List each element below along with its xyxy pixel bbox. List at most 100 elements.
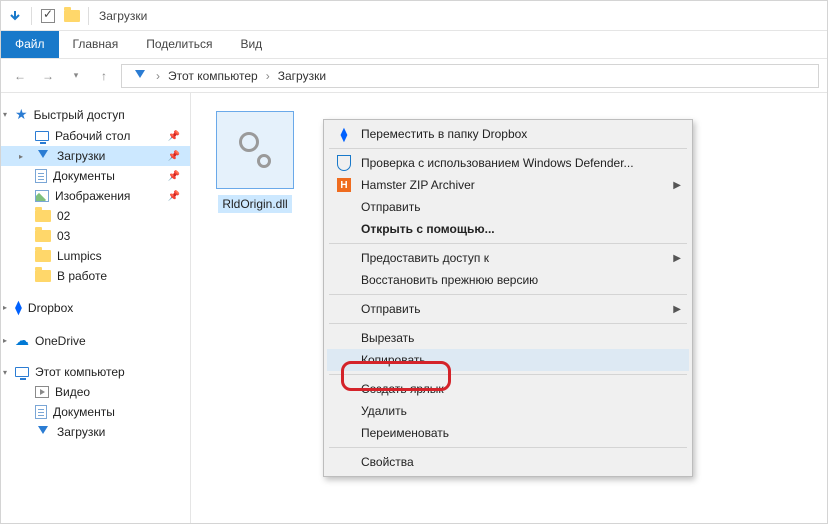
ctx-create-shortcut[interactable]: Создать ярлык — [327, 378, 689, 400]
sidebar-item-label: В работе — [57, 269, 107, 283]
qat-properties-icon[interactable] — [38, 6, 58, 26]
pc-icon — [15, 367, 29, 377]
pin-icon: 📌 — [168, 151, 180, 162]
context-separator — [329, 374, 687, 375]
tab-file[interactable]: Файл — [1, 31, 59, 58]
submenu-arrow-icon: ▶ — [673, 253, 681, 264]
ctx-label: Отправить — [361, 200, 421, 214]
submenu-arrow-icon: ▶ — [673, 180, 681, 191]
qat-down-arrow-icon[interactable] — [5, 6, 25, 26]
ctx-delete[interactable]: Удалить — [327, 400, 689, 422]
sidebar-desktop[interactable]: Рабочий стол📌 — [1, 126, 190, 146]
ctx-label: Свойства — [361, 455, 414, 469]
ctx-label: Создать ярлык — [361, 382, 444, 396]
sidebar-item-label: Загрузки — [57, 425, 105, 439]
downloads-icon — [35, 150, 51, 162]
breadcrumb-current[interactable]: Загрузки — [272, 69, 332, 83]
sidebar-item-label: Изображения — [55, 189, 130, 203]
nav-back-icon[interactable]: ← — [9, 65, 31, 87]
ctx-label: Удалить — [361, 404, 407, 418]
titlebar: Загрузки — [1, 1, 827, 31]
nav-recent-icon[interactable]: ▾ — [65, 65, 87, 87]
context-menu: ⧫ Переместить в папку Dropbox Проверка с … — [323, 119, 693, 477]
ctx-cut[interactable]: Вырезать — [327, 327, 689, 349]
sidebar-documents[interactable]: Документы📌 — [1, 166, 190, 186]
sidebar-dropbox[interactable]: ▸⧫Dropbox — [1, 296, 190, 319]
file-name[interactable]: RldOrigin.dll — [218, 195, 291, 213]
ctx-defender-scan[interactable]: Проверка с использованием Windows Defend… — [327, 152, 689, 174]
ctx-label: Hamster ZIP Archiver — [361, 178, 475, 192]
tab-home[interactable]: Главная — [59, 31, 133, 58]
sidebar-item-label: Загрузки — [57, 149, 105, 163]
breadcrumb-pc-icon[interactable] — [126, 70, 154, 82]
nav-forward-icon[interactable]: → — [37, 65, 59, 87]
document-icon — [35, 169, 47, 183]
ctx-label: Отправить — [361, 302, 421, 316]
sidebar-item-label: OneDrive — [35, 334, 86, 348]
video-icon — [35, 386, 49, 398]
sidebar-video[interactable]: Видео — [1, 382, 190, 402]
ctx-label: Переместить в папку Dropbox — [361, 127, 527, 141]
address-bar: ← → ▾ ↑ › Этот компьютер › Загрузки — [1, 59, 827, 93]
nav-up-icon[interactable]: ↑ — [93, 65, 115, 87]
ctx-send-1[interactable]: Отправить — [327, 196, 689, 218]
shield-icon — [335, 154, 353, 172]
star-icon: ★ — [15, 106, 28, 123]
tab-share[interactable]: Поделиться — [132, 31, 226, 58]
ctx-hamster-zip[interactable]: H Hamster ZIP Archiver ▶ — [327, 174, 689, 196]
ctx-move-dropbox[interactable]: ⧫ Переместить в папку Dropbox — [327, 123, 689, 145]
context-separator — [329, 294, 687, 295]
sidebar-folder-02[interactable]: 02 — [1, 206, 190, 226]
qat-folder-icon[interactable] — [62, 6, 82, 26]
ctx-grant-access[interactable]: Предоставить доступ к ▶ — [327, 247, 689, 269]
dropbox-icon: ⧫ — [335, 125, 353, 143]
file-item[interactable]: RldOrigin.dll — [209, 111, 301, 213]
sidebar-item-label: Документы — [53, 405, 115, 419]
ribbon: Файл Главная Поделиться Вид — [1, 31, 827, 59]
sidebar-onedrive[interactable]: ▸☁OneDrive — [1, 329, 190, 352]
ctx-send-to[interactable]: Отправить ▶ — [327, 298, 689, 320]
dropbox-icon: ⧫ — [15, 299, 22, 316]
sidebar-item-label: 02 — [57, 209, 70, 223]
ctx-open-with[interactable]: Открыть с помощью... — [327, 218, 689, 240]
pictures-icon — [35, 190, 49, 202]
file-thumbnail — [216, 111, 294, 189]
sidebar-folder-03[interactable]: 03 — [1, 226, 190, 246]
sidebar-inwork[interactable]: В работе — [1, 266, 190, 286]
ctx-label: Предоставить доступ к — [361, 251, 489, 265]
sidebar-thispc[interactable]: ▾Этот компьютер — [1, 362, 190, 382]
ctx-label: Переименовать — [361, 426, 449, 440]
pin-icon: 📌 — [168, 171, 180, 182]
sidebar-downloads[interactable]: ▸Загрузки📌 — [1, 146, 190, 166]
sidebar-lumpics[interactable]: Lumpics — [1, 246, 190, 266]
navigation-tree[interactable]: ▾★Быстрый доступ Рабочий стол📌 ▸Загрузки… — [1, 93, 191, 523]
chevron-right-icon: › — [156, 69, 160, 83]
dll-gears-icon — [235, 132, 275, 168]
breadcrumb[interactable]: › Этот компьютер › Загрузки — [121, 64, 819, 88]
sidebar-downloads2[interactable]: Загрузки — [1, 422, 190, 442]
ctx-rename[interactable]: Переименовать — [327, 422, 689, 444]
tab-view[interactable]: Вид — [226, 31, 276, 58]
sidebar-pictures[interactable]: Изображения📌 — [1, 186, 190, 206]
pin-icon: 📌 — [168, 131, 180, 142]
ctx-copy[interactable]: Копировать — [327, 349, 689, 371]
chevron-right-icon: › — [266, 69, 270, 83]
sidebar-item-label: Видео — [55, 385, 90, 399]
sidebar-item-label: Dropbox — [28, 301, 73, 315]
downloads-icon — [35, 426, 51, 438]
ctx-restore-previous[interactable]: Восстановить прежнюю версию — [327, 269, 689, 291]
context-separator — [329, 447, 687, 448]
ctx-label: Проверка с использованием Windows Defend… — [361, 156, 634, 170]
folder-icon — [35, 250, 51, 262]
hamster-icon: H — [335, 176, 353, 194]
submenu-arrow-icon: ▶ — [673, 304, 681, 315]
breadcrumb-root[interactable]: Этот компьютер — [162, 69, 264, 83]
desktop-icon — [35, 131, 49, 141]
folder-icon — [35, 230, 51, 242]
ctx-label: Восстановить прежнюю версию — [361, 273, 538, 287]
sidebar-quick-access[interactable]: ▾★Быстрый доступ — [1, 103, 190, 126]
sidebar-item-label: Lumpics — [57, 249, 102, 263]
context-separator — [329, 148, 687, 149]
ctx-properties[interactable]: Свойства — [327, 451, 689, 473]
sidebar-documents2[interactable]: Документы — [1, 402, 190, 422]
